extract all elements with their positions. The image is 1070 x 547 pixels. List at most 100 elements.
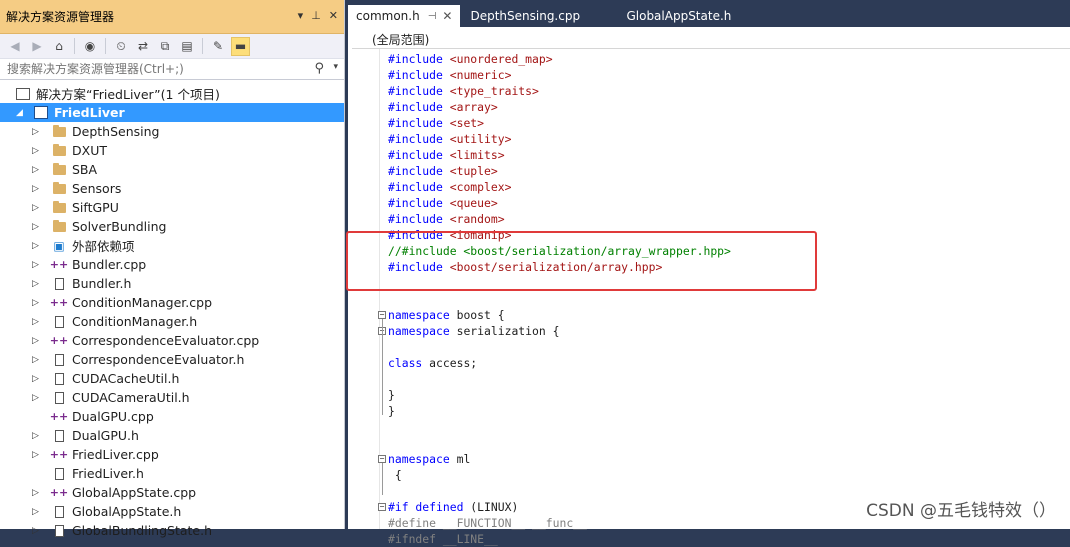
expand-arrow-icon[interactable]: ▷ [32,241,39,251]
code-token: namespace [388,308,450,322]
header-file-icon [52,467,66,480]
expand-arrow-icon[interactable]: ▷ [32,355,39,365]
tab-depthsensing-cpp[interactable]: DepthSensing.cpp [460,5,618,27]
code-token: #ifndef [388,532,437,546]
forward-icon[interactable]: ▶ [28,37,46,55]
collapse-region-icon[interactable]: − [378,503,386,511]
home-icon[interactable]: ⌂ [50,37,68,55]
pending-changes-filter-icon[interactable]: ⏲ [112,37,130,55]
cpp-file-icon: ++ [49,448,69,461]
expand-arrow-icon[interactable]: ▷ [32,127,39,137]
collapse-arrow-icon[interactable]: ◢ [16,108,23,118]
code-token: __FUNCTION__ __func__ [436,516,587,530]
back-icon[interactable]: ◀ [6,37,24,55]
properties-wrench-icon[interactable]: ✎ [209,37,227,55]
code-token: #include [388,116,443,130]
code-token: #include [388,68,443,82]
expand-arrow-icon[interactable]: ▷ [32,336,39,346]
expand-arrow-icon[interactable]: ▷ [32,393,39,403]
code-line: namespace serialization { [388,323,559,339]
pin-tab-icon[interactable]: ⊣ [428,11,437,22]
header-file-icon [52,505,66,518]
code-token: <unordered_map> [442,52,553,66]
tree-item[interactable]: ▷ ++ Bundler.cpp [0,255,344,274]
code-token: <tuple> [442,164,498,178]
tree-item-label: DepthSensing [72,124,160,139]
solution-explorer-panel: 解决方案资源管理器 ▾ ⊥ ✕ ◀ ▶ ⌂ ◉ ⏲ ⇄ ⧉ ▤ ✎ ▬ ⚲ ▾ … [0,0,345,538]
sync-icon[interactable]: ⇄ [134,37,152,55]
scope-dropdown[interactable]: (全局范围) [352,30,1070,49]
close-tab-icon[interactable]: ✕ [442,9,452,23]
project-node[interactable]: ◢ FriedLiver [0,103,344,122]
window-position-dropdown-icon[interactable]: ▾ [298,9,304,22]
tree-item[interactable]: ▷ SiftGPU [0,198,344,217]
search-icon[interactable]: ⚲ [314,61,324,76]
project-label: FriedLiver [54,105,125,120]
tree-item[interactable]: ▷ Bundler.h [0,274,344,293]
search-input[interactable] [0,61,299,77]
pin-icon[interactable]: ⊥ [311,9,321,22]
expand-arrow-icon[interactable]: ▷ [32,279,39,289]
tab-globalappstate-h[interactable]: GlobalAppState.h [618,5,739,27]
tree-item[interactable]: ▷ ++ CorrespondenceEvaluator.cpp [0,331,344,350]
code-line: #ifndef __LINE__ [388,531,498,547]
expand-arrow-icon[interactable]: ▷ [32,507,39,517]
expand-arrow-icon[interactable]: ▷ [32,184,39,194]
collapse-all-icon[interactable]: ⧉ [156,37,174,55]
expand-arrow-icon[interactable]: ▷ [32,222,39,232]
code-token: <array> [442,100,498,114]
code-token: namespace [388,452,450,466]
search-options-dropdown-icon[interactable]: ▾ [333,62,338,72]
code-token: #define [388,516,437,530]
expand-arrow-icon[interactable]: ▷ [32,298,39,308]
expand-arrow-icon[interactable]: ▷ [32,488,39,498]
switch-views-icon[interactable]: ◉ [81,37,99,55]
tree-item[interactable]: ▷ GlobalBundlingState.h [0,521,344,540]
code-token: boost { [449,308,505,322]
expand-arrow-icon[interactable]: ▷ [32,260,39,270]
tree-item[interactable]: ▷ ++ GlobalAppState.cpp [0,483,344,502]
code-token: <utility> [442,132,512,146]
tree-item[interactable]: ▷ DXUT [0,141,344,160]
highlight-annotation-box [346,231,817,291]
tree-item[interactable]: ▷ DualGPU.h [0,426,344,445]
code-token: } [388,388,395,402]
expand-arrow-icon[interactable]: ▷ [32,450,39,460]
expand-arrow-icon[interactable]: ▷ [32,374,39,384]
close-icon[interactable]: ✕ [329,9,338,22]
expand-arrow-icon[interactable]: ▷ [32,431,39,441]
expand-arrow-icon[interactable]: ▷ [32,317,39,327]
expand-arrow-icon[interactable]: ▷ [32,165,39,175]
tree-item-label: ConditionManager.h [72,314,198,329]
tab-common-h[interactable]: common.h ⊣ ✕ [348,5,461,27]
tree-item[interactable]: ▷ DepthSensing [0,122,344,141]
solution-node[interactable]: 解决方案“FriedLiver”(1 个项目) [0,84,344,103]
tree-item[interactable]: ▷ ConditionManager.h [0,312,344,331]
code-token: <numeric> [442,68,512,82]
tree-item[interactable]: ▷ ++ ConditionManager.cpp [0,293,344,312]
show-all-files-icon[interactable]: ▤ [178,37,196,55]
tree-item[interactable]: ▷ ▣ 外部依赖项 [0,236,344,255]
code-token: serialization { [449,324,560,338]
tree-item[interactable]: ++ DualGPU.cpp [0,407,344,426]
tree-item[interactable]: FriedLiver.h [0,464,344,483]
code-line: #include <numeric> [388,67,511,83]
tree-item[interactable]: ▷ Sensors [0,179,344,198]
tree-item[interactable]: ▷ SBA [0,160,344,179]
tree-item[interactable]: ▷ ++ FriedLiver.cpp [0,445,344,464]
tree-item[interactable]: ▷ GlobalAppState.h [0,502,344,521]
tree-item[interactable]: ▷ SolverBundling [0,217,344,236]
code-token: class [388,356,423,370]
expand-arrow-icon[interactable]: ▷ [32,526,39,536]
preview-selected-items-icon[interactable]: ▬ [231,36,250,56]
tree-item[interactable]: ▷ CUDACameraUtil.h [0,388,344,407]
collapse-region-icon[interactable]: − [378,455,386,463]
tree-item[interactable]: ▷ CUDACacheUtil.h [0,369,344,388]
expand-arrow-icon[interactable]: ▷ [32,146,39,156]
code-token: (LINUX) [463,500,519,514]
collapse-region-icon[interactable]: − [378,311,386,319]
tree-item-label: DualGPU.cpp [72,409,154,424]
tree-item[interactable]: ▷ CorrespondenceEvaluator.h [0,350,344,369]
expand-arrow-icon[interactable]: ▷ [32,203,39,213]
tree-item-label: Bundler.cpp [72,257,147,272]
